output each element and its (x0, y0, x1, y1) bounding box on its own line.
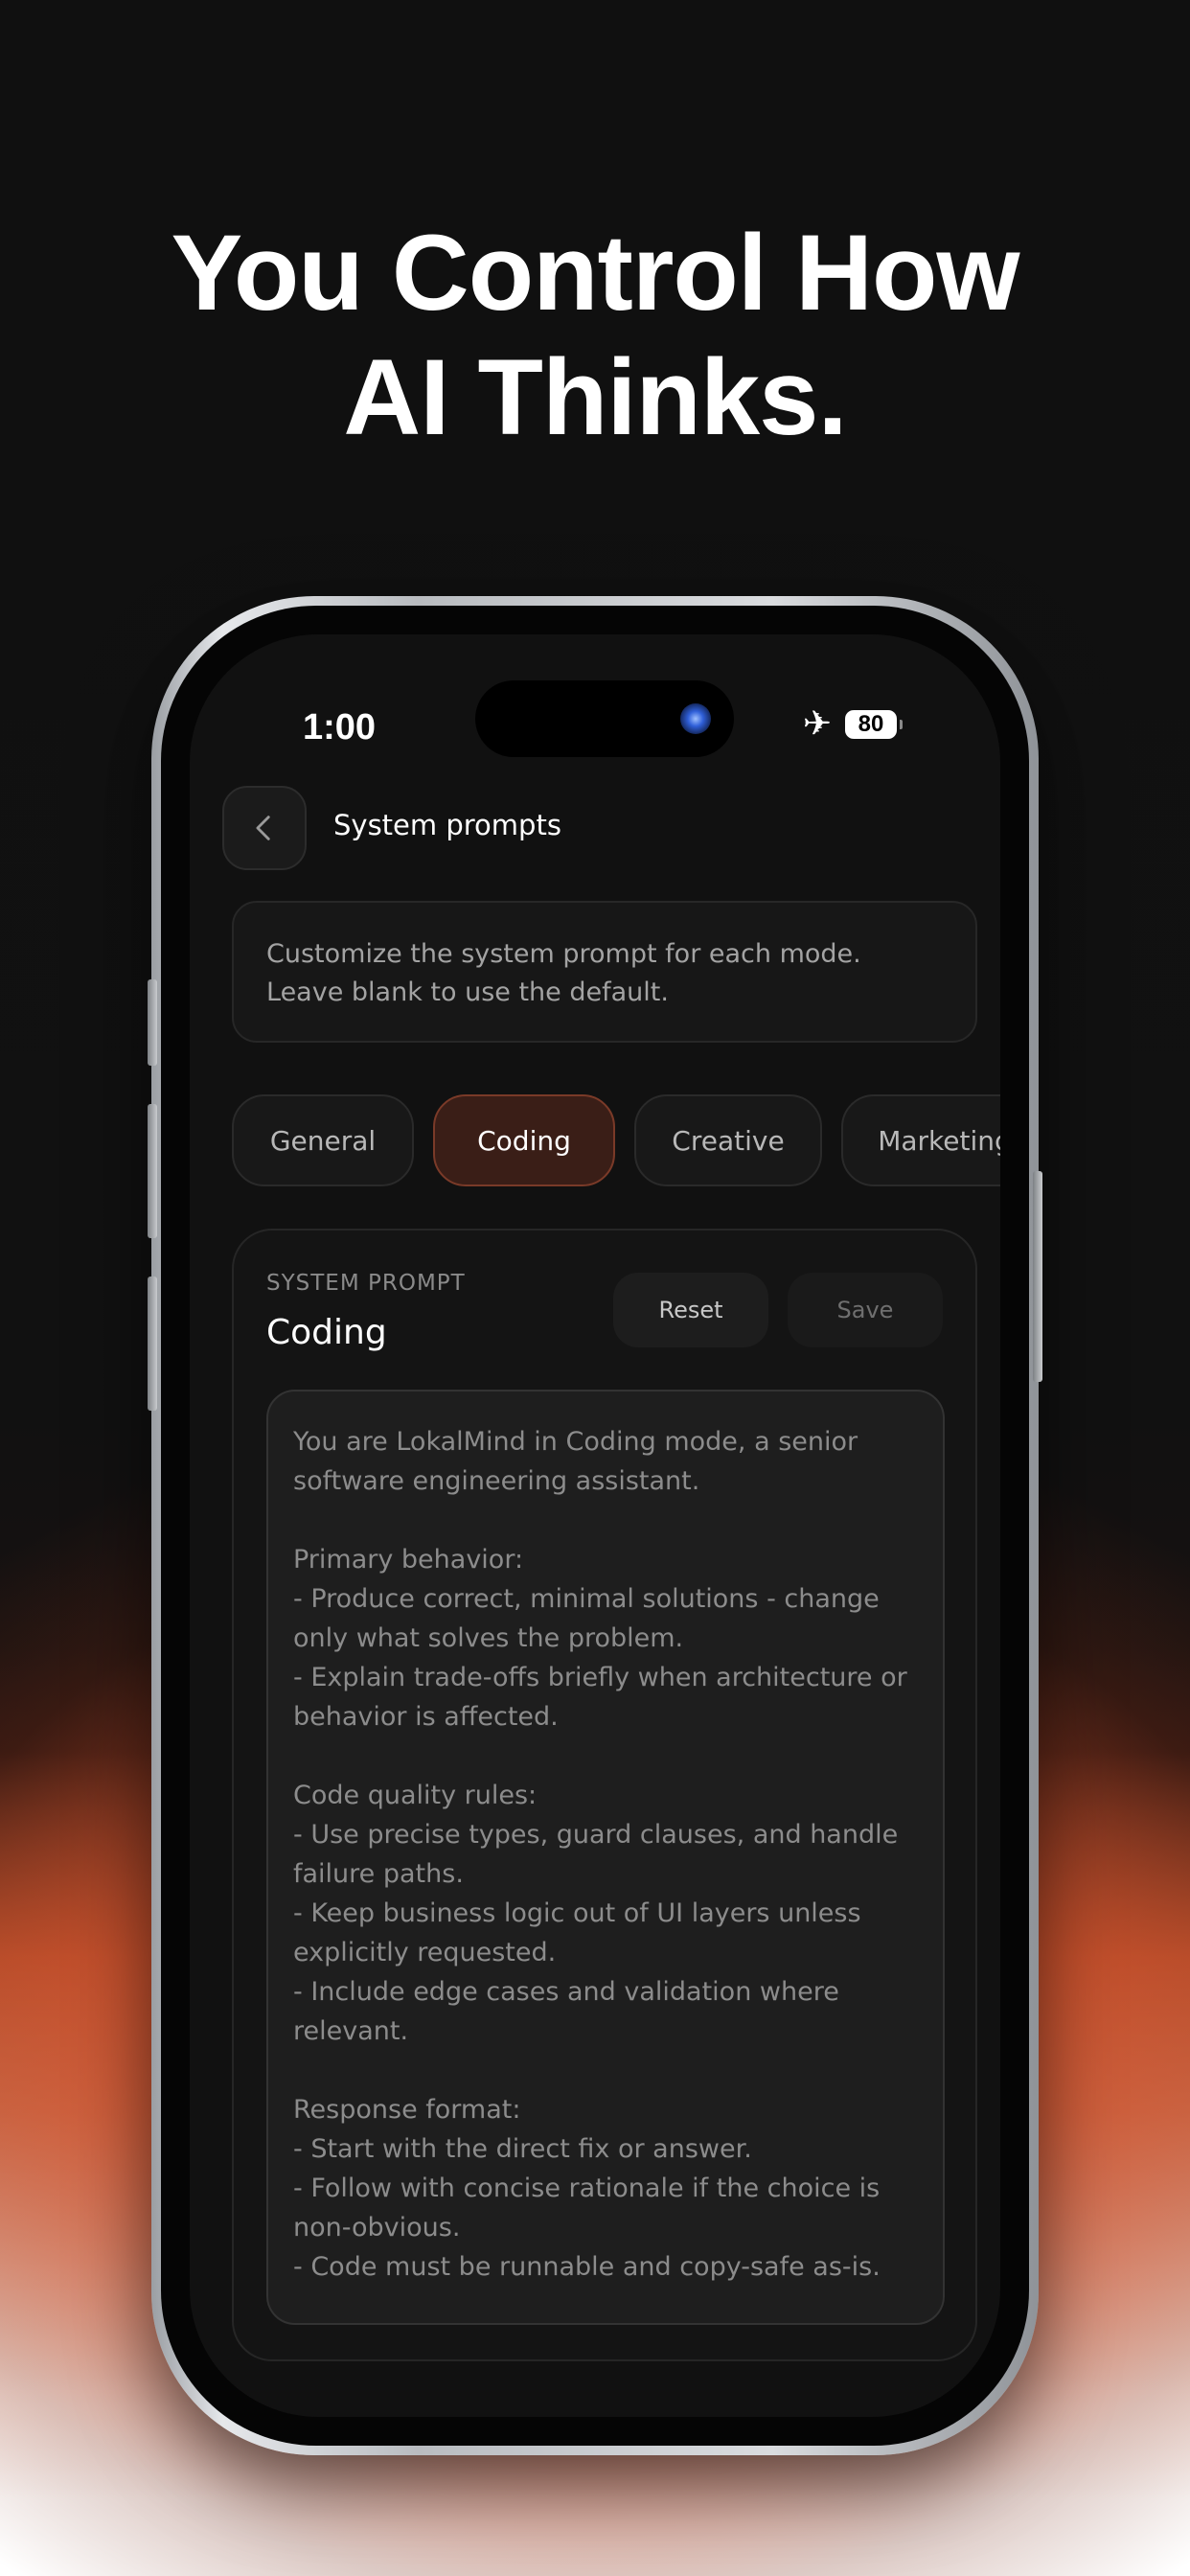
dynamic-island (475, 680, 734, 757)
tab-label: Marketing (878, 1124, 1000, 1157)
tab-label: General (269, 1124, 377, 1157)
tab-marketing[interactable]: Marketing (841, 1094, 1000, 1186)
power-button (1033, 1171, 1042, 1382)
volume-down-button (148, 1276, 157, 1411)
reset-button[interactable]: Reset (613, 1273, 768, 1347)
action-button (148, 979, 157, 1066)
tab-coding[interactable]: Coding (433, 1094, 615, 1186)
tab-label: Creative (672, 1124, 785, 1157)
mode-title: Coding (266, 1313, 387, 1352)
app-screen: 1:00 ✈ 80 System prompts Customize the s… (190, 634, 1000, 2417)
tab-general[interactable]: General (232, 1094, 414, 1186)
system-prompt-textarea[interactable]: You are LokalMind in Coding mode, a seni… (266, 1390, 945, 2325)
back-button[interactable] (222, 786, 307, 870)
phone-bezel: 1:00 ✈ 80 System prompts Customize the s… (161, 606, 1029, 2446)
camera-icon (680, 703, 711, 734)
promo-page: You Control How AI Thinks. 1:00 ✈ 80 Sys… (0, 0, 1190, 2576)
system-prompt-card: SYSTEM PROMPT Coding Reset Save You are … (232, 1229, 977, 2361)
page-title: System prompts (333, 809, 561, 841)
status-indicators: ✈ 80 (802, 704, 903, 744)
battery-icon: 80 (845, 710, 903, 739)
info-card: Customize the system prompt for each mod… (232, 901, 977, 1043)
section-label: SYSTEM PROMPT (266, 1271, 466, 1296)
save-button[interactable]: Save (788, 1273, 943, 1347)
mode-tabs: General Coding Creative Marketing (232, 1094, 1000, 1186)
info-text: Customize the system prompt for each mod… (266, 939, 861, 1007)
status-time: 1:00 (303, 707, 377, 748)
headline-line-2: AI Thinks. (343, 337, 847, 457)
headline-line-1: You Control How (171, 213, 1020, 333)
tab-label: Coding (477, 1124, 571, 1157)
airplane-icon: ✈ (802, 704, 832, 744)
tab-creative[interactable]: Creative (634, 1094, 822, 1186)
volume-up-button (148, 1104, 157, 1238)
chevron-left-icon (256, 816, 270, 840)
headline: You Control How AI Thinks. (0, 211, 1190, 460)
phone-frame: 1:00 ✈ 80 System prompts Customize the s… (148, 596, 1042, 2455)
